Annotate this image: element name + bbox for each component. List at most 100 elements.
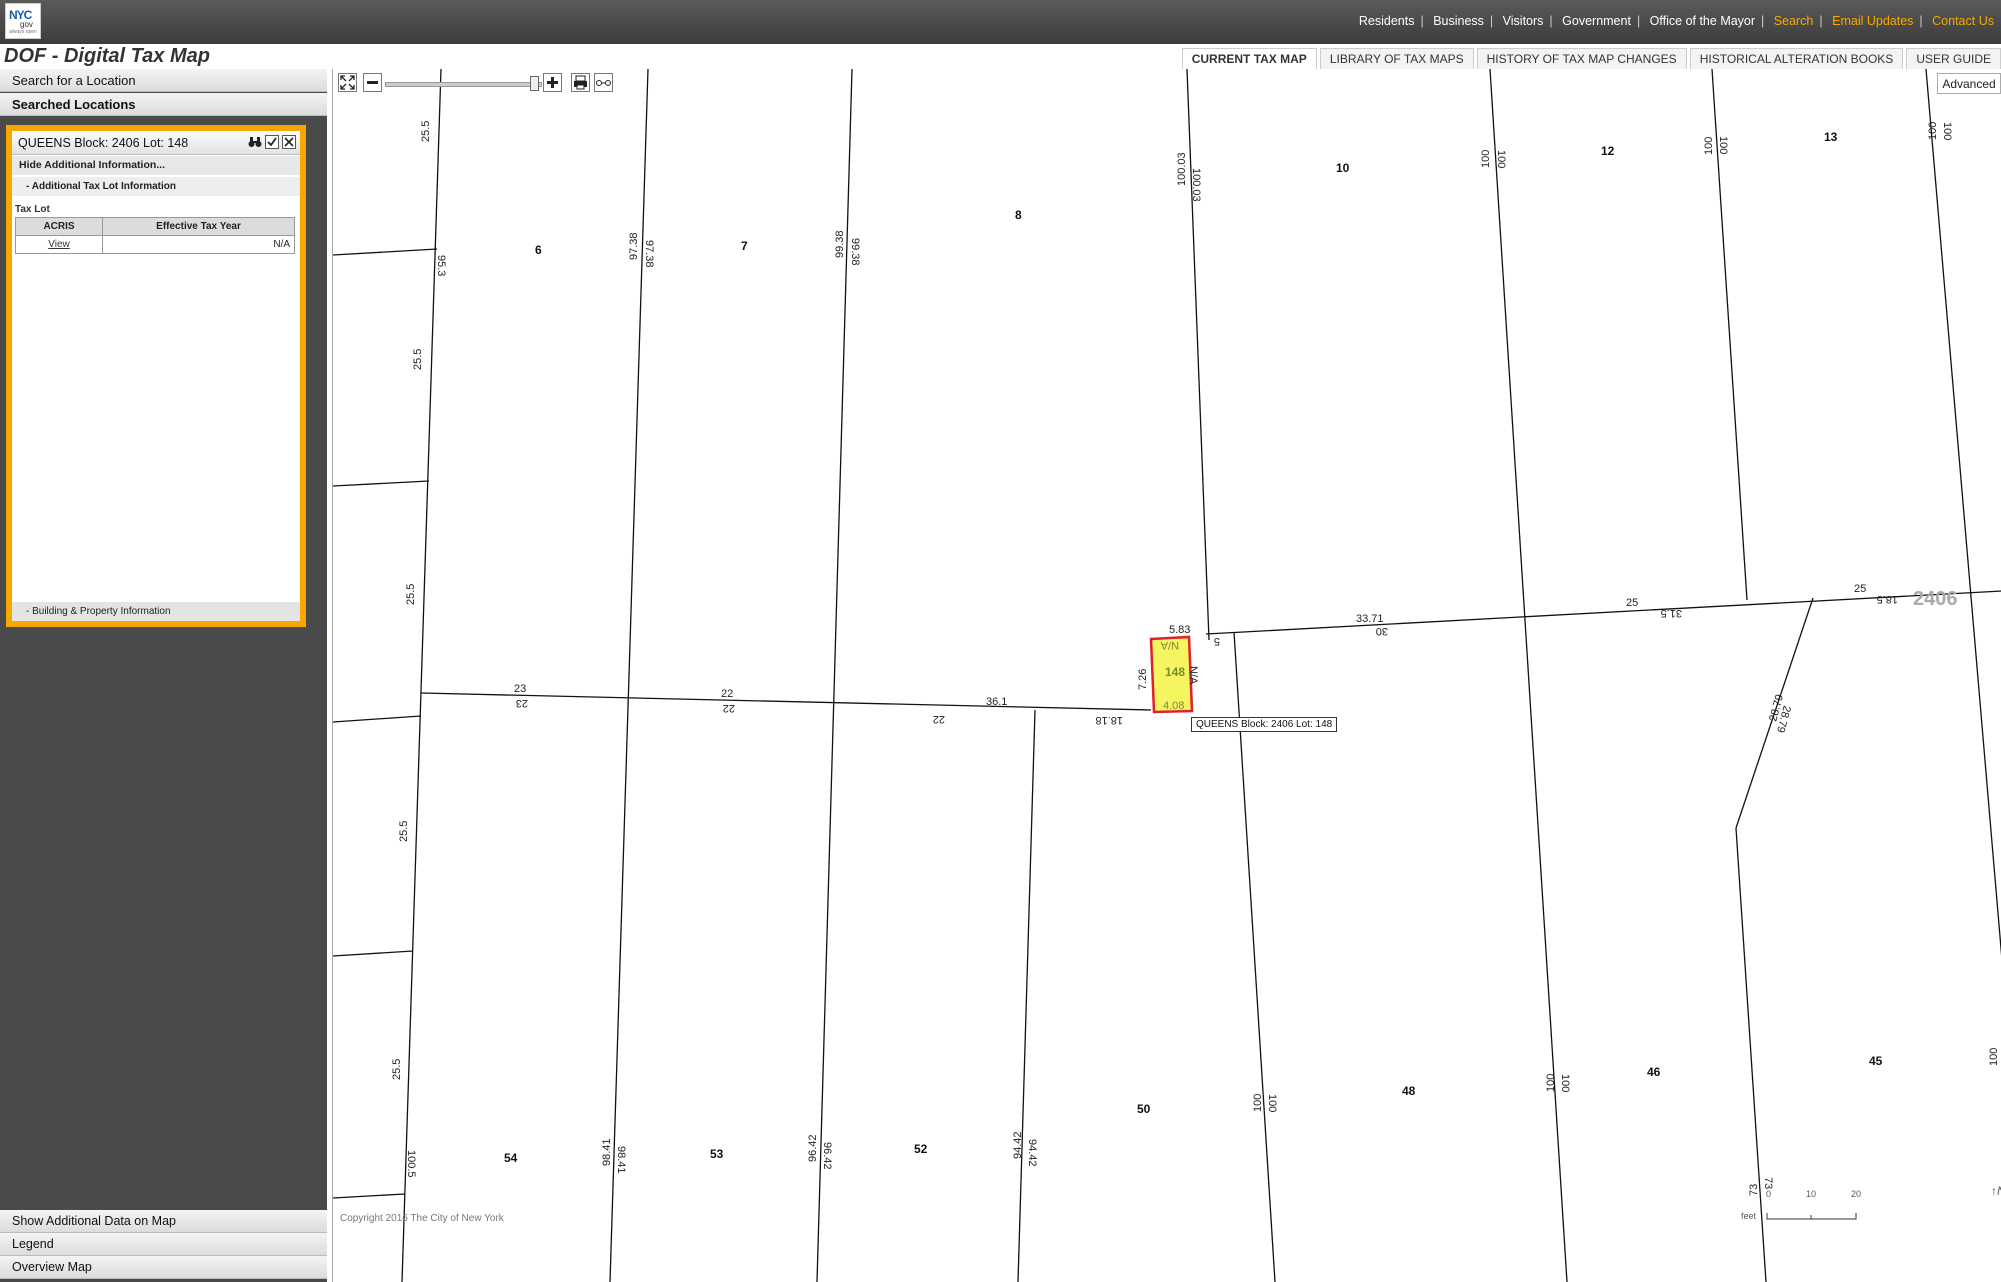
- lot-number: 54: [504, 1151, 518, 1165]
- svg-text:30: 30: [1376, 625, 1388, 637]
- svg-text:25.5: 25.5: [412, 349, 424, 370]
- print-icon[interactable]: [571, 73, 590, 92]
- block-number-label: 2406: [1913, 588, 1958, 610]
- logo-sub: gov: [20, 20, 33, 29]
- north-arrow-icon: ↑N: [1991, 1184, 2001, 1198]
- scale-tick-10: 10: [1806, 1189, 1817, 1199]
- svg-text:97.38: 97.38: [643, 240, 655, 268]
- legend-header[interactable]: Legend: [0, 1233, 327, 1256]
- hide-additional-info-link[interactable]: Hide Additional Information...: [12, 156, 300, 175]
- scale-unit: feet: [1741, 1211, 1757, 1221]
- tab-user-guide[interactable]: USER GUIDE: [1906, 48, 2001, 69]
- result-title: QUEENS Block: 2406 Lot: 148: [12, 131, 300, 155]
- main-tabs: CURRENT TAX MAP LIBRARY OF TAX MAPS HIST…: [1179, 48, 2001, 69]
- searched-locations-header[interactable]: Searched Locations: [0, 93, 327, 116]
- copyright-text: Copyright 2016 The City of New York: [340, 1213, 504, 1224]
- link-visitors[interactable]: Visitors: [1503, 14, 1544, 28]
- lot-number: 6: [535, 243, 542, 257]
- link-email-updates[interactable]: Email Updates: [1832, 14, 1913, 28]
- close-icon[interactable]: [282, 135, 296, 149]
- svg-text:100: 100: [1717, 136, 1729, 154]
- svg-text:98.41: 98.41: [615, 1146, 627, 1174]
- overview-map-header[interactable]: Overview Map: [0, 1256, 327, 1279]
- acris-view-link[interactable]: View: [15, 235, 103, 254]
- svg-text:97.38: 97.38: [628, 232, 640, 260]
- zoom-slider-handle[interactable]: [530, 76, 539, 91]
- lot-number: 46: [1647, 1065, 1661, 1079]
- nyc-logo[interactable]: NYC gov always open: [5, 3, 41, 39]
- tab-current-tax-map[interactable]: CURRENT TAX MAP: [1181, 48, 1317, 69]
- svg-text:7.26: 7.26: [1137, 669, 1149, 690]
- svg-text:100: 100: [1480, 150, 1492, 168]
- building-property-info-section[interactable]: - Building & Property Information: [12, 602, 300, 621]
- additional-tax-lot-info-section[interactable]: - Additional Tax Lot Information: [12, 177, 300, 196]
- svg-text:25.5: 25.5: [398, 821, 410, 842]
- svg-text:100: 100: [1545, 1074, 1557, 1092]
- svg-text:22: 22: [933, 713, 945, 725]
- svg-text:98.41: 98.41: [601, 1138, 613, 1166]
- full-extent-icon[interactable]: [338, 73, 357, 92]
- svg-text:100: 100: [1988, 1048, 2000, 1066]
- svg-text:100: 100: [1266, 1094, 1278, 1112]
- lot-number: 13: [1824, 130, 1838, 144]
- tab-historical-alteration-books[interactable]: HISTORICAL ALTERATION BOOKS: [1689, 48, 1904, 69]
- scale-tick-20: 20: [1851, 1189, 1862, 1199]
- zoom-out-button[interactable]: [363, 73, 382, 92]
- effective-tax-year-header: Effective Tax Year: [102, 217, 295, 236]
- scale-tick-0: 0: [1766, 1189, 1772, 1199]
- svg-text:100: 100: [1703, 137, 1715, 155]
- svg-text:33.71: 33.71: [1356, 613, 1384, 625]
- svg-text:96.42: 96.42: [821, 1142, 833, 1170]
- svg-text:23: 23: [514, 683, 526, 695]
- tab-library-of-tax-maps[interactable]: LIBRARY OF TAX MAPS: [1319, 48, 1474, 69]
- search-result-card: QUEENS Block: 2406 Lot: 148 Hide Additio…: [6, 125, 306, 627]
- search-for-location-header[interactable]: Search for a Location: [0, 69, 327, 92]
- link-contact-us[interactable]: Contact Us: [1932, 14, 1994, 28]
- svg-text:100: 100: [1941, 122, 1953, 140]
- top-links: Residents | Business | Visitors | Governmen…: [1358, 14, 1994, 28]
- svg-text:25.5: 25.5: [405, 584, 417, 605]
- svg-text:96.42: 96.42: [807, 1134, 819, 1162]
- tax-lot-label: Tax Lot: [15, 204, 50, 215]
- svg-text:4.08: 4.08: [1163, 700, 1184, 712]
- lot-number: 45: [1869, 1054, 1883, 1068]
- svg-text:100.03: 100.03: [1190, 168, 1202, 202]
- svg-text:95.3: 95.3: [435, 255, 447, 276]
- acris-header: ACRIS: [15, 217, 103, 236]
- svg-text:100: 100: [1927, 122, 1939, 140]
- svg-text:5: 5: [1214, 635, 1220, 647]
- zoom-in-button[interactable]: [543, 73, 562, 92]
- advanced-button[interactable]: Advanced: [1937, 73, 2001, 94]
- svg-text:18.18: 18.18: [1095, 714, 1123, 726]
- svg-text:22: 22: [723, 702, 735, 714]
- svg-text:N/A: N/A: [1187, 666, 1199, 685]
- svg-text:N/A: N/A: [1160, 639, 1179, 651]
- svg-text:100: 100: [1495, 150, 1507, 168]
- svg-text:25.5: 25.5: [420, 121, 432, 142]
- svg-text:100: 100: [1252, 1094, 1264, 1112]
- measure-icon[interactable]: [594, 73, 613, 92]
- lot-number: 10: [1336, 161, 1350, 175]
- svg-text:25.5: 25.5: [391, 1059, 403, 1080]
- svg-text:36.1: 36.1: [986, 696, 1007, 708]
- tab-history-of-tax-map-changes[interactable]: HISTORY OF TAX MAP CHANGES: [1476, 48, 1687, 69]
- link-residents[interactable]: Residents: [1359, 14, 1415, 28]
- svg-text:99.38: 99.38: [849, 238, 861, 266]
- lot-tooltip: QUEENS Block: 2406 Lot: 148: [1191, 717, 1338, 732]
- link-government[interactable]: Government: [1562, 14, 1631, 28]
- link-office-of-mayor[interactable]: Office of the Mayor: [1650, 14, 1755, 28]
- svg-text:25: 25: [1854, 583, 1866, 595]
- tax-map-canvas[interactable]: 25.5 25.5 25.5 25.5 25.5 95.3 100.5 97.3…: [332, 69, 2001, 1282]
- svg-text:99.38: 99.38: [834, 230, 846, 258]
- zoom-slider[interactable]: [385, 82, 542, 87]
- left-panel: Search for a Location Searched Locations…: [0, 69, 327, 1282]
- lot-number: 7: [741, 239, 748, 253]
- link-search[interactable]: Search: [1774, 14, 1814, 28]
- show-additional-data-header[interactable]: Show Additional Data on Map: [0, 1210, 327, 1233]
- checkmark-icon[interactable]: [265, 135, 279, 149]
- link-business[interactable]: Business: [1433, 14, 1484, 28]
- svg-text:94.42: 94.42: [1012, 1131, 1024, 1159]
- svg-text:23: 23: [516, 697, 528, 709]
- svg-text:18.5: 18.5: [1877, 593, 1898, 605]
- binoculars-icon[interactable]: [248, 135, 262, 149]
